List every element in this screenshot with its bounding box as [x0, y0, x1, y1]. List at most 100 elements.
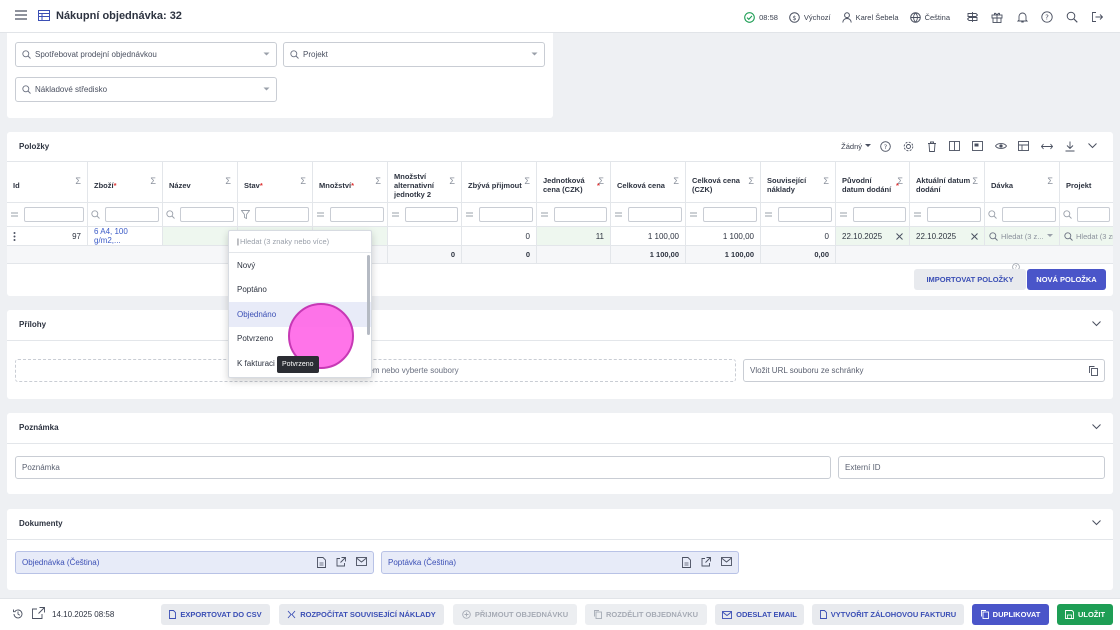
column-filter-input[interactable] [255, 207, 309, 222]
eye-icon[interactable] [992, 138, 1009, 154]
open-external-icon[interactable] [336, 557, 346, 568]
sum-icon[interactable]: Σ [300, 177, 306, 186]
column-header[interactable]: Zboží * Σ [88, 162, 163, 203]
save-button[interactable]: ULOŽIT [1057, 604, 1113, 625]
row-unit-price[interactable]: 11 [537, 227, 611, 245]
pdf-icon[interactable] [317, 557, 326, 568]
new-window-icon[interactable] [32, 607, 45, 619]
cost-center-select[interactable]: Nákladové středisko [15, 77, 277, 102]
column-header[interactable]: Název Σ [163, 162, 238, 203]
column-header[interactable]: Stav * Σ [238, 162, 313, 203]
open-external-icon[interactable] [701, 557, 711, 568]
sum-icon[interactable]: Σ [225, 177, 231, 186]
bell-icon[interactable] [1013, 9, 1031, 25]
new-item-button[interactable]: NOVÁ POLOŽKA [1027, 269, 1106, 290]
url-input[interactable]: Vložit URL souboru ze schránky [743, 359, 1105, 382]
column-filter-input[interactable] [479, 207, 533, 222]
kebab-menu-icon[interactable] [13, 231, 16, 241]
clock-status[interactable]: 08:58 [744, 11, 778, 23]
language-selector[interactable]: Čeština [909, 11, 950, 23]
clear-icon[interactable] [896, 232, 903, 240]
sum-icon[interactable]: Σ [897, 177, 903, 186]
file-drop-zone[interactable]: Přetáhněte soubory sem nebo vyberte soub… [15, 359, 736, 382]
column-header[interactable]: Množství * Σ [313, 162, 388, 203]
table-row[interactable]: 97 6 A4, 100 g/m2,... 0 11 1 100,00 1 10… [7, 227, 1113, 246]
history-icon[interactable] [12, 608, 24, 620]
send-email-button[interactable]: ODESLAT EMAIL [715, 604, 804, 625]
row-project-select[interactable]: Hledat (3 zn... [1060, 227, 1113, 245]
sum-icon[interactable]: Σ [75, 177, 81, 186]
sum-icon[interactable]: Σ [748, 177, 754, 186]
clear-icon[interactable] [971, 232, 978, 240]
column-header[interactable]: Id Σ [7, 162, 88, 203]
column-header[interactable]: Původní datum dodání * Σ [836, 162, 910, 203]
copy-icon[interactable] [1089, 366, 1098, 376]
image-icon[interactable] [969, 138, 986, 154]
help-icon[interactable]: ? [1038, 9, 1056, 25]
help-icon[interactable]: ? [877, 138, 894, 154]
signpost-icon[interactable] [963, 9, 981, 25]
layout-icon[interactable] [1015, 138, 1032, 154]
row-orig-date-cell[interactable]: 22.10.2025 [836, 227, 910, 245]
expand-width-icon[interactable] [1038, 138, 1055, 154]
dropdown-search-input[interactable]: | Hledat (3 znaky nebo více) [229, 231, 371, 253]
document-inquiry[interactable]: Poptávka (Čeština) [381, 551, 739, 574]
dropdown-option[interactable]: Poptáno [229, 278, 371, 303]
column-filter-input[interactable] [927, 207, 981, 222]
logout-icon[interactable] [1088, 9, 1106, 25]
import-items-button[interactable]: IMPORTOVAT POLOŽKY [914, 269, 1026, 290]
chevron-down-icon[interactable] [1092, 520, 1101, 526]
column-header[interactable]: Zbývá přijmout Σ [462, 162, 537, 203]
gift-icon[interactable] [988, 9, 1006, 25]
chevron-down-icon[interactable] [1092, 321, 1101, 327]
chevron-down-icon[interactable] [1084, 138, 1101, 154]
sum-icon[interactable]: Σ [972, 177, 978, 186]
column-filter-input[interactable] [180, 207, 234, 222]
row-actions-cell[interactable]: 97 [7, 227, 88, 245]
row-curr-date-cell[interactable]: 22.10.2025 [910, 227, 985, 245]
note-input[interactable]: Poznámka [15, 456, 831, 479]
receive-order-button[interactable]: PŘIJMOUT OBJEDNÁVKU [453, 604, 577, 625]
column-header[interactable]: Související náklady Σ [761, 162, 836, 203]
column-header[interactable]: Celková cena (CZK) Σ [686, 162, 761, 203]
email-icon[interactable] [721, 557, 732, 568]
column-filter-input[interactable] [24, 207, 84, 222]
document-order[interactable]: Objednávka (Čeština) [15, 551, 374, 574]
column-filter-input[interactable] [330, 207, 384, 222]
split-order-button[interactable]: ROZDĚLIT OBJEDNÁVKU [585, 604, 707, 625]
column-filter-input[interactable] [105, 207, 159, 222]
download-icon[interactable] [1061, 138, 1078, 154]
trash-icon[interactable] [923, 138, 940, 154]
export-csv-button[interactable]: EXPORTOVAT DO CSV [161, 604, 270, 625]
column-filter-input[interactable] [554, 207, 607, 222]
row-goods[interactable]: 6 A4, 100 g/m2,... [88, 227, 163, 245]
sum-icon[interactable]: Σ [375, 177, 381, 186]
sales-order-select[interactable]: Spotřebovat prodejní objednávkou [15, 42, 277, 67]
sum-icon[interactable]: Σ [524, 177, 530, 186]
sum-icon[interactable]: Σ [449, 177, 455, 186]
column-filter-input[interactable] [778, 207, 832, 222]
chevron-down-icon[interactable] [1092, 424, 1101, 430]
user-menu[interactable]: Karel Šebela [841, 11, 899, 23]
row-batch-select[interactable]: Hledat (3 z... [985, 227, 1060, 245]
sum-icon[interactable]: Σ [823, 177, 829, 186]
currency-selector[interactable]: $ Výchozí [789, 11, 831, 23]
column-filter-input[interactable] [703, 207, 757, 222]
column-header[interactable]: Celková cena Σ [611, 162, 686, 203]
duplicate-button[interactable]: DUPLIKOVAT [972, 604, 1049, 625]
external-id-input[interactable]: Externí ID [838, 456, 1105, 479]
dropdown-scrollbar[interactable] [367, 255, 370, 335]
column-filter-input[interactable] [405, 207, 458, 222]
sum-icon[interactable]: Σ [150, 177, 156, 186]
column-header[interactable]: Jednotková cena (CZK) * Σ [537, 162, 611, 203]
search-icon[interactable] [1063, 9, 1081, 25]
email-icon[interactable] [356, 557, 367, 568]
sum-icon[interactable]: Σ [598, 177, 604, 186]
dropdown-option[interactable]: Nový [229, 253, 371, 278]
advance-invoice-button[interactable]: VYTVOŘIT ZÁLOHOVOU FAKTURU [812, 604, 964, 625]
column-filter-input[interactable] [628, 207, 682, 222]
column-filter-input[interactable] [1002, 207, 1056, 222]
sum-icon[interactable]: Σ [673, 177, 679, 186]
column-filter-input[interactable] [1077, 207, 1110, 222]
project-select[interactable]: Projekt [283, 42, 545, 67]
